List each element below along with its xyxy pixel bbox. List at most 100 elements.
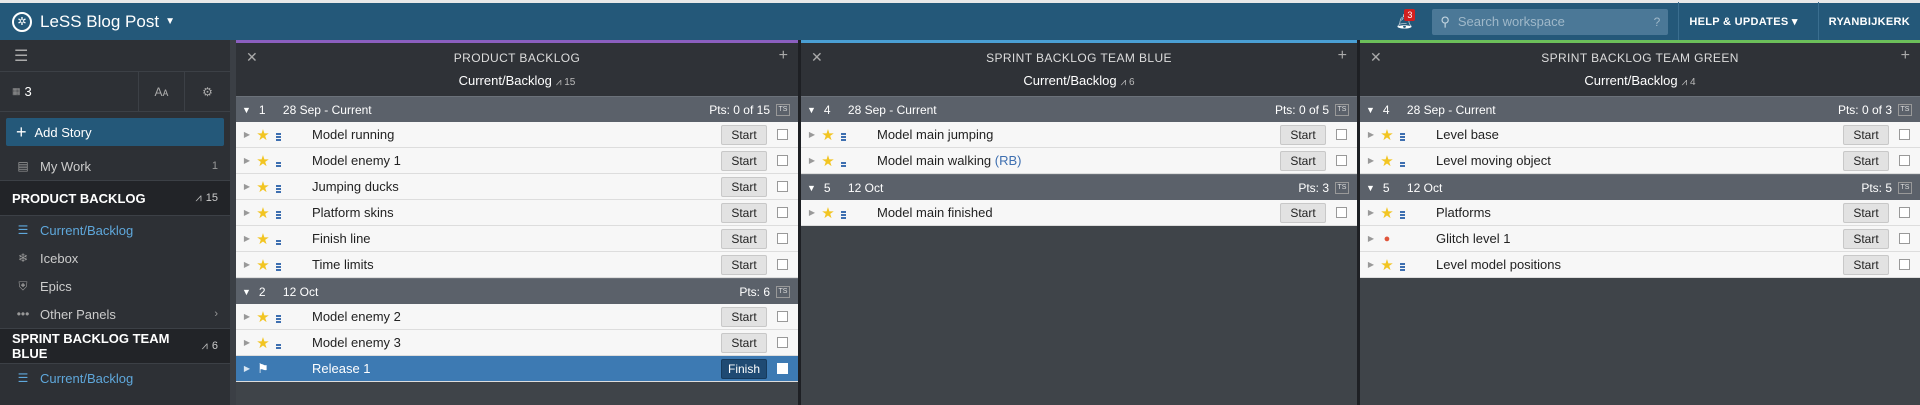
iteration-header[interactable]: ▼ 1 28 Sep - Current Pts: 0 of 15 TS (236, 96, 798, 122)
help-updates-menu[interactable]: HELP & UPDATES ▾ (1679, 15, 1807, 28)
collapse-triangle-icon[interactable]: ▼ (807, 105, 816, 115)
expand-arrow-icon[interactable]: ▶ (240, 260, 254, 269)
select-checkbox[interactable] (1899, 259, 1910, 270)
estimate-icon[interactable] (276, 129, 290, 141)
close-icon[interactable]: ✕ (811, 49, 823, 66)
gear-icon[interactable]: ⚙ (184, 72, 230, 111)
close-icon[interactable]: ✕ (246, 49, 258, 66)
expand-arrow-icon[interactable]: ▶ (240, 338, 254, 347)
select-checkbox[interactable] (777, 233, 788, 244)
expand-arrow-icon[interactable]: ▶ (240, 208, 254, 217)
select-checkbox[interactable] (777, 207, 788, 218)
start-button[interactable]: Start (1280, 202, 1326, 223)
project-title[interactable]: LeSS Blog Post (40, 12, 159, 32)
story-row[interactable]: ▶ ★ Platform skins Start (236, 200, 798, 226)
expand-arrow-icon[interactable]: ▶ (240, 182, 254, 191)
expand-arrow-icon[interactable]: ▶ (240, 156, 254, 165)
expand-arrow-icon[interactable]: ▶ (805, 156, 819, 165)
team-strength-icon[interactable]: TS (1335, 181, 1349, 194)
start-button[interactable]: Start (1843, 150, 1889, 171)
add-icon[interactable]: + (779, 47, 788, 65)
select-checkbox[interactable] (777, 259, 788, 270)
story-row[interactable]: ▶ ⚑ Release 1 Finish (236, 356, 798, 382)
chevron-down-icon[interactable]: ▼ (165, 16, 175, 27)
expand-arrow-icon[interactable]: ▶ (1364, 260, 1378, 269)
collapse-triangle-icon[interactable]: ▼ (1366, 183, 1375, 193)
estimate-icon[interactable] (276, 259, 290, 271)
estimate-icon[interactable] (276, 337, 290, 349)
select-checkbox[interactable] (1336, 207, 1347, 218)
story-row[interactable]: ▶ ★ Model enemy 1 Start (236, 148, 798, 174)
story-row[interactable]: ▶ ★ Level model positions Start (1360, 252, 1920, 278)
expand-arrow-icon[interactable]: ▶ (1364, 130, 1378, 139)
story-row[interactable]: ▶ ★ Platforms Start (1360, 200, 1920, 226)
expand-arrow-icon[interactable]: ▶ (1364, 156, 1378, 165)
story-row[interactable]: ▶ ★ Model main walking (RB) Start (801, 148, 1357, 174)
sidebar-item-my-work[interactable]: ▤ My Work 1 (0, 152, 230, 180)
start-button[interactable]: Start (721, 150, 767, 171)
iteration-header[interactable]: ▼ 5 12 Oct Pts: 5 TS (1360, 174, 1920, 200)
estimate-icon[interactable] (841, 207, 855, 219)
story-row[interactable]: ▶ ★ Finish line Start (236, 226, 798, 252)
hamburger-icon[interactable]: ☰ (14, 46, 28, 66)
start-button[interactable]: Start (1843, 228, 1889, 249)
select-checkbox[interactable] (1899, 129, 1910, 140)
estimate-icon[interactable] (841, 129, 855, 141)
team-strength-icon[interactable]: TS (776, 285, 790, 298)
iteration-header[interactable]: ▼ 4 28 Sep - Current Pts: 0 of 3 TS (1360, 96, 1920, 122)
select-checkbox[interactable] (1899, 233, 1910, 244)
story-row[interactable]: ▶ ★ Model enemy 2 Start (236, 304, 798, 330)
estimate-icon[interactable] (276, 155, 290, 167)
story-row[interactable]: ▶ ★ Model main jumping Start (801, 122, 1357, 148)
expand-arrow-icon[interactable]: ▶ (1364, 234, 1378, 243)
iteration-header[interactable]: ▼ 4 28 Sep - Current Pts: 0 of 5 TS (801, 96, 1357, 122)
team-strength-icon[interactable]: TS (1898, 181, 1912, 194)
add-icon[interactable]: + (1901, 47, 1910, 65)
start-button[interactable]: Start (721, 306, 767, 327)
user-menu[interactable]: RYANBIJKERK (1819, 16, 1920, 28)
select-checkbox[interactable] (1899, 207, 1910, 218)
select-checkbox[interactable] (1899, 155, 1910, 166)
start-button[interactable]: Start (1280, 124, 1326, 145)
expand-arrow-icon[interactable]: ▶ (240, 364, 254, 373)
select-checkbox[interactable] (777, 181, 788, 192)
story-count[interactable]: ▦ 3 (0, 72, 138, 111)
collapse-triangle-icon[interactable]: ▼ (242, 105, 251, 115)
sidebar-item-other-panels[interactable]: ••• Other Panels › (0, 300, 230, 328)
add-icon[interactable]: + (1338, 47, 1347, 65)
finish-button[interactable]: Finish (721, 358, 767, 379)
story-row[interactable]: ▶ ★ Level moving object Start (1360, 148, 1920, 174)
estimate-icon[interactable] (276, 233, 290, 245)
story-label[interactable]: (RB) (995, 153, 1022, 168)
start-button[interactable]: Start (721, 254, 767, 275)
expand-arrow-icon[interactable]: ▶ (1364, 208, 1378, 217)
close-icon[interactable]: ✕ (1370, 49, 1382, 66)
notifications-bell[interactable]: 🔔︎ 3 (1390, 8, 1418, 34)
expand-arrow-icon[interactable]: ▶ (240, 234, 254, 243)
search-help-icon[interactable]: ? (1654, 15, 1661, 29)
estimate-icon[interactable] (1400, 129, 1414, 141)
search-box[interactable]: ⚲ ? (1432, 8, 1669, 35)
team-strength-icon[interactable]: TS (776, 103, 790, 116)
story-row[interactable]: ▶ ★ Model running Start (236, 122, 798, 148)
story-row[interactable]: ▶ ★ Model enemy 3 Start (236, 330, 798, 356)
start-button[interactable]: Start (1843, 254, 1889, 275)
expand-arrow-icon[interactable]: ▶ (240, 312, 254, 321)
app-logo-icon[interactable]: ✲ (12, 11, 32, 32)
select-checkbox[interactable] (1336, 129, 1347, 140)
start-button[interactable]: Start (1843, 124, 1889, 145)
story-row[interactable]: ▶ ★ Time limits Start (236, 252, 798, 278)
sidebar-toggle[interactable]: ☰ (0, 40, 230, 72)
start-button[interactable]: Start (721, 332, 767, 353)
start-button[interactable]: Start (1280, 150, 1326, 171)
estimate-icon[interactable] (841, 155, 855, 167)
sidebar-item-epics[interactable]: ⛨ Epics (0, 272, 230, 300)
start-button[interactable]: Start (721, 228, 767, 249)
estimate-icon[interactable] (276, 207, 290, 219)
story-row[interactable]: ▶ ★ Model main finished Start (801, 200, 1357, 226)
select-checkbox[interactable] (777, 363, 788, 374)
team-strength-icon[interactable]: TS (1898, 103, 1912, 116)
font-size-button[interactable]: Aᴀ (138, 72, 184, 111)
story-row[interactable]: ▶ ● Glitch level 1 Start (1360, 226, 1920, 252)
search-input[interactable] (1457, 14, 1654, 29)
